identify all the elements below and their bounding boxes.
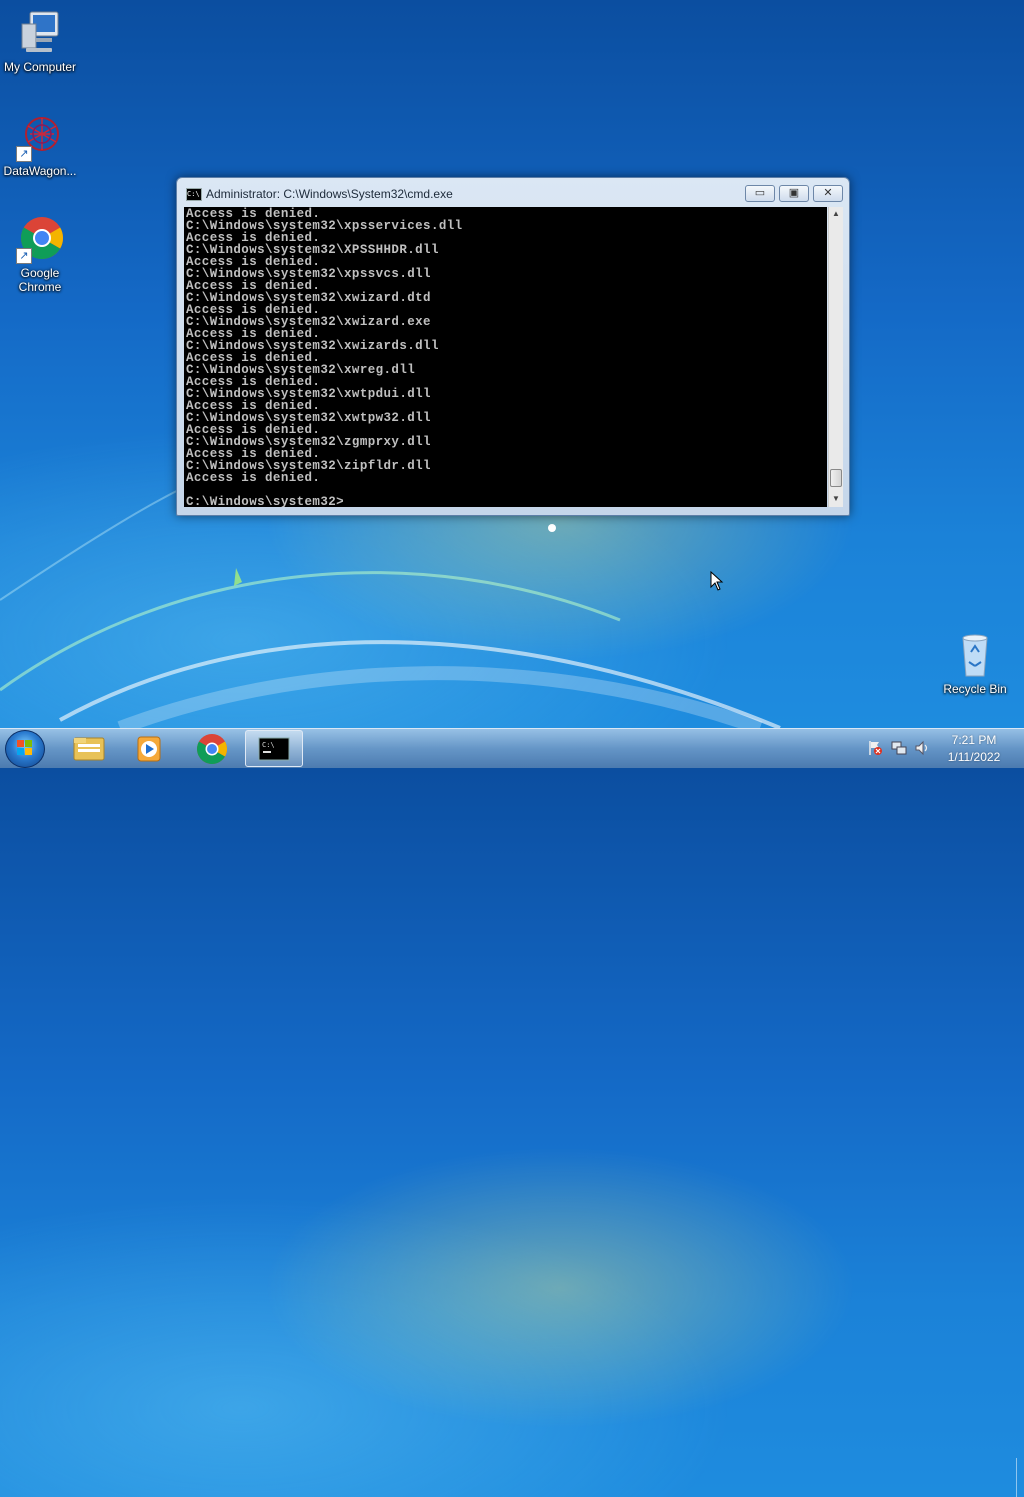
recycle-bin-icon (951, 632, 999, 680)
chrome-icon (196, 734, 228, 765)
vertical-scrollbar[interactable]: ▲ ▼ (828, 207, 843, 507)
clock-date: 1/11/2022 (947, 750, 1001, 764)
svg-text:C:\: C:\ (262, 741, 275, 749)
datawagon-icon: ↗ (16, 114, 64, 162)
shortcut-arrow-icon: ↗ (16, 146, 32, 162)
start-button[interactable] (5, 730, 45, 768)
minimize-button[interactable]: ▭ (745, 185, 775, 202)
desktop-icon-label: My Computer (3, 60, 77, 74)
taskbar-google-chrome[interactable] (183, 730, 241, 767)
maximize-button[interactable]: ▣ (779, 185, 809, 202)
window-title: Administrator: C:\Windows\System32\cmd.e… (206, 187, 453, 201)
scroll-up-icon[interactable]: ▲ (829, 207, 843, 221)
desktop-icon-my-computer[interactable]: My Computer (0, 10, 80, 74)
volume-icon[interactable] (914, 740, 930, 756)
network-icon[interactable] (891, 740, 907, 756)
taskbar-media-player[interactable] (121, 730, 179, 767)
clock-time: 7:21 PM (951, 733, 997, 747)
show-desktop-button[interactable] (1016, 1458, 1024, 1497)
desktop-icon-label: Recycle Bin (943, 682, 1007, 696)
close-button[interactable]: ✕ (813, 185, 843, 202)
scroll-down-icon[interactable]: ▼ (829, 492, 843, 506)
cmd-window[interactable]: C:\ Administrator: C:\Windows\System32\c… (176, 177, 850, 516)
taskbar-windows-explorer[interactable] (60, 730, 118, 767)
title-bar[interactable]: C:\ Administrator: C:\Windows\System32\c… (177, 178, 849, 206)
action-center-flag-icon[interactable] (867, 740, 883, 756)
scroll-thumb[interactable] (830, 469, 842, 487)
windows-logo-icon (17, 740, 32, 755)
shortcut-arrow-icon: ↗ (16, 248, 32, 264)
desktop-icon-label: Google Chrome (18, 266, 62, 294)
taskbar-command-prompt[interactable]: C:\ (245, 730, 303, 767)
cmd-icon: C:\ (186, 188, 202, 201)
desktop-icon-label: DataWagon... (3, 164, 77, 178)
computer-icon (16, 10, 64, 58)
desktop-icon-google-chrome[interactable]: ↗ Google Chrome (0, 216, 80, 294)
chrome-icon: ↗ (16, 216, 64, 264)
console-output[interactable]: Access is denied. C:\Windows\system32\xp… (184, 207, 827, 507)
folder-icon (73, 737, 105, 761)
console-text: Access is denied. C:\Windows\system32\xp… (186, 207, 463, 507)
media-player-icon (137, 736, 161, 762)
desktop-icon-recycle-bin[interactable]: Recycle Bin (935, 632, 1015, 696)
system-clock[interactable]: 7:21 PM 1/11/2022 (934, 732, 1014, 766)
desktop-icon-datawagon[interactable]: ↗ DataWagon... (0, 114, 80, 178)
mouse-cursor-icon (710, 571, 724, 591)
command-prompt-icon: C:\ (258, 737, 290, 761)
